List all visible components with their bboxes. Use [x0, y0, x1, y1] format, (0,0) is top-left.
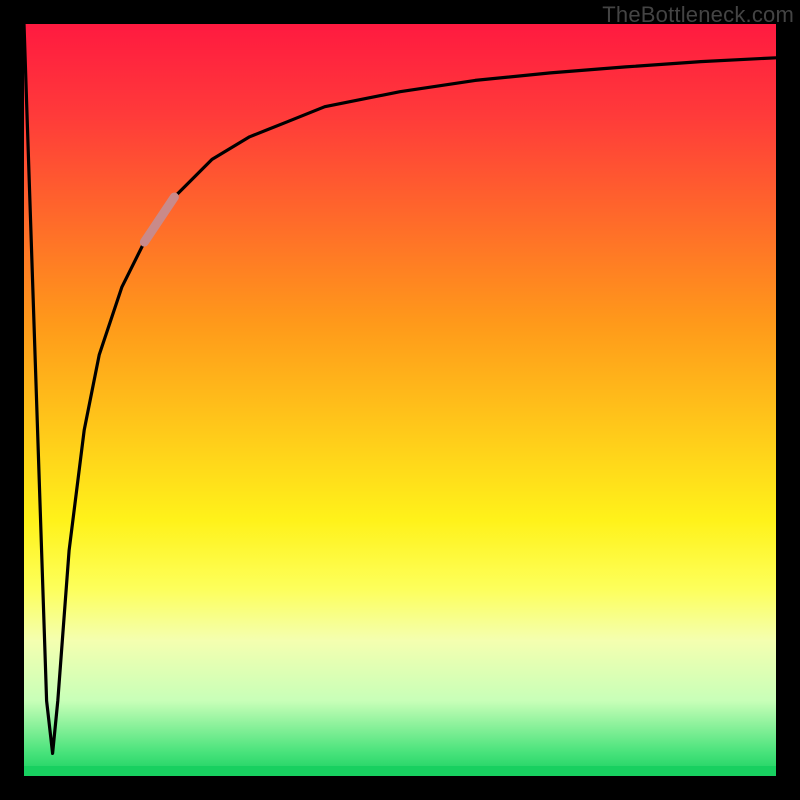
chart-frame: TheBottleneck.com	[0, 0, 800, 800]
highlight-segment-path	[144, 197, 174, 242]
curve-svg	[24, 24, 776, 776]
watermark-text: TheBottleneck.com	[602, 2, 794, 28]
bottom-green-band	[24, 766, 776, 776]
bottleneck-curve-path	[24, 24, 776, 753]
plot-area	[24, 24, 776, 776]
